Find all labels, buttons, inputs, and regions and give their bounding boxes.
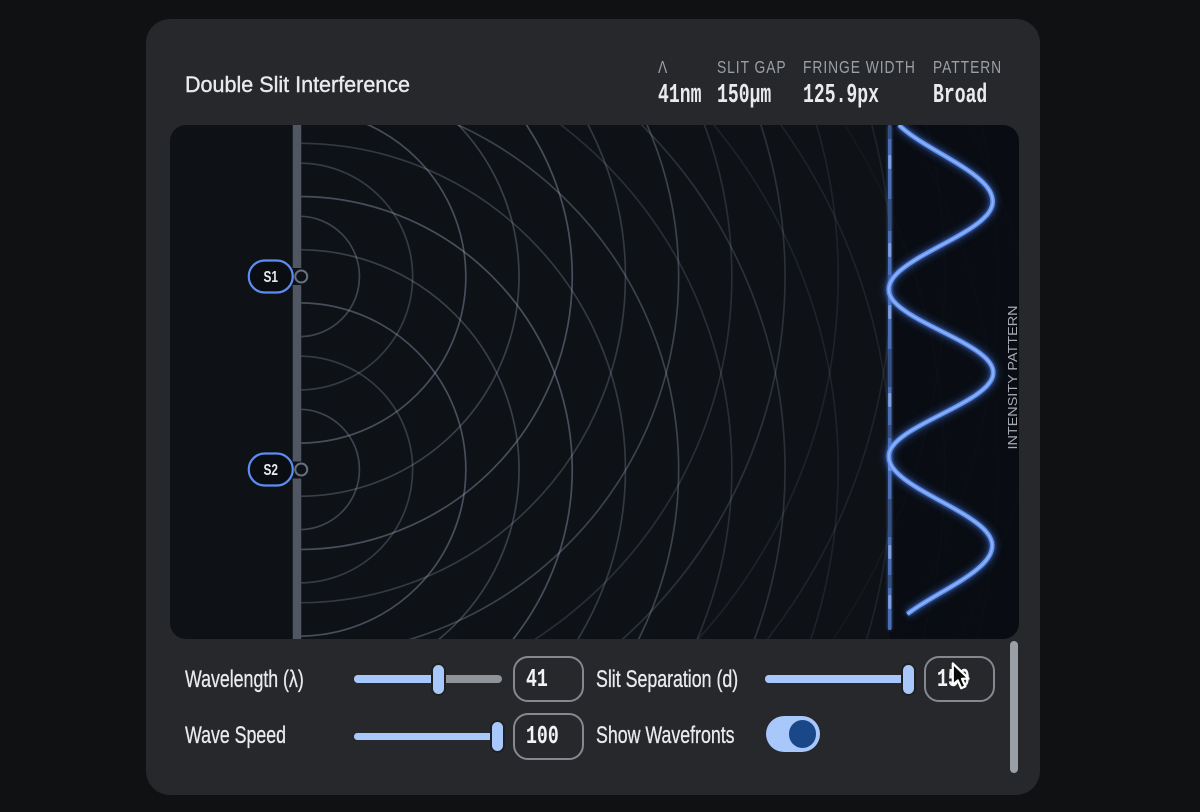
svg-text:S1: S1	[263, 269, 278, 286]
svg-text:INTENSITY PATTERN: INTENSITY PATTERN	[1004, 305, 1018, 449]
svg-text:S2: S2	[263, 462, 278, 479]
